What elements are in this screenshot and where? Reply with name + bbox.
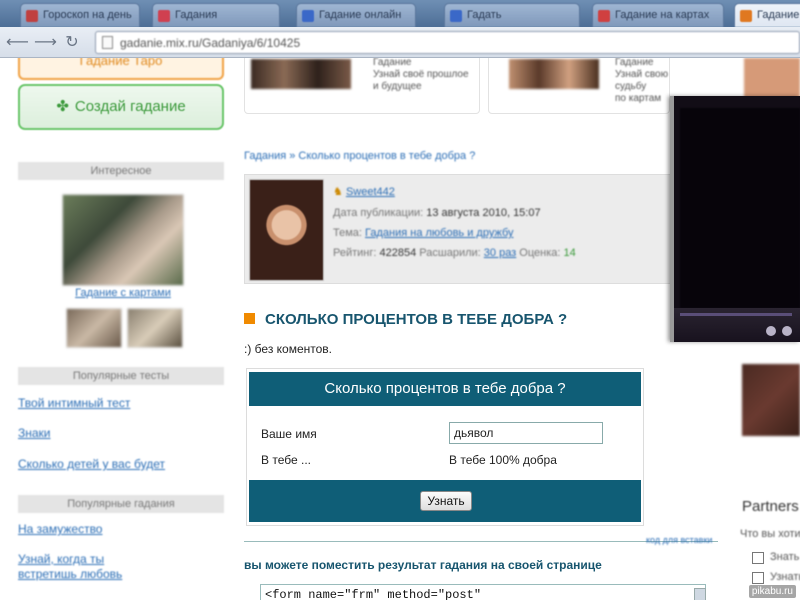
favicon-icon	[302, 10, 314, 22]
browser-tab-active[interactable]: Гадание	[734, 3, 800, 27]
tab-label: Гадание онлайн	[319, 9, 402, 21]
url-text: gadanie.mix.ru/Gadaniya/6/10425	[120, 36, 301, 50]
favicon-icon	[158, 10, 170, 22]
create-gadanie-label: Создай гадание	[74, 98, 186, 115]
option-checkbox[interactable]	[752, 552, 764, 564]
breadcrumb[interactable]: Гадания » Сколько процентов в тебе добра…	[244, 150, 475, 162]
screenshot-root: Гороскоп на день Гадания Гадание онлайн …	[0, 0, 800, 600]
fullscreen-icon[interactable]	[782, 326, 792, 336]
reload-icon[interactable]: ↻	[62, 33, 82, 53]
clover-icon: ✤	[56, 98, 69, 115]
card-text: Гадание Узнай своё прошлое и будущее	[373, 58, 469, 92]
popular-test-link[interactable]: Знаки	[18, 426, 51, 440]
browser-tab[interactable]: Гадать	[444, 3, 580, 27]
tarot-button[interactable]: Гадание Таро	[18, 58, 224, 80]
favicon-icon	[450, 10, 462, 22]
card-text: Гадание Узнай свою судьбу по картам	[615, 58, 669, 104]
right-heading: Partners	[742, 498, 799, 515]
user-icon: ♞	[333, 186, 343, 198]
popular-gadanie-link[interactable]: встретишь любовь	[18, 567, 122, 581]
popular-tests-heading: Популярные тесты	[18, 367, 224, 385]
popular-gadaniya-heading: Популярные гадания	[18, 495, 224, 513]
interesting-thumb[interactable]	[127, 308, 183, 348]
browser-nav-bar: ⟵ ⟶ ↻ gadanie.mix.ru/Gadaniya/6/10425	[0, 27, 800, 58]
popular-gadanie-link[interactable]: На замужество	[18, 522, 102, 536]
author-avatar[interactable]	[249, 179, 324, 281]
video-frame[interactable]	[680, 108, 800, 308]
submit-button[interactable]: Узнать	[420, 491, 472, 511]
watermark: pikabu.ru	[748, 585, 796, 598]
video-progress-bar[interactable]	[680, 313, 792, 316]
tab-label: Гадание на картах	[615, 9, 710, 21]
result-label: В тебе ...	[261, 453, 311, 467]
address-bar[interactable]: gadanie.mix.ru/Gadaniya/6/10425	[95, 31, 800, 54]
create-gadanie-button[interactable]: ✤ Создай гадание	[18, 84, 224, 130]
rating-row: Рейтинг: 422854 Расшарили: 30 раз Оценка…	[333, 247, 576, 259]
orange-square-icon	[244, 313, 255, 324]
option-label: Знать	[770, 551, 800, 563]
popular-test-link[interactable]: Сколько детей у вас будет	[18, 457, 165, 471]
gadanie-title-text: СКОЛЬКО ПРОЦЕНТОВ В ТЕБЕ ДОБРА ?	[265, 311, 568, 328]
option-checkbox[interactable]	[752, 572, 764, 584]
publish-date-row: Дата публикации: 13 августа 2010, 15:07	[333, 207, 541, 219]
popular-test-link[interactable]: Твой интимный тест	[18, 396, 130, 410]
interesting-thumb[interactable]	[66, 308, 122, 348]
web-page: Гадание Таро ✤ Создай гадание Интересное …	[0, 58, 800, 600]
author-name-link[interactable]: Sweet442	[346, 186, 395, 198]
right-ad-image[interactable]	[744, 58, 800, 100]
form-footer: Узнать	[249, 480, 641, 522]
card-image	[509, 59, 599, 89]
name-input[interactable]	[449, 422, 603, 444]
gadanie-form: Сколько процентов в тебе добра ? Ваше им…	[246, 368, 644, 526]
theme-link[interactable]: Гадания на любовь и дружбу	[365, 227, 513, 239]
favicon-icon	[26, 10, 38, 22]
favicon-icon	[740, 10, 752, 22]
result-value: В тебе 100% добра	[449, 453, 557, 467]
video-controls	[674, 308, 800, 342]
browser-tab[interactable]: Гадание онлайн	[296, 3, 416, 27]
back-arrow-icon[interactable]: ⟵	[6, 33, 29, 53]
embed-code-textarea[interactable]: <form name="frm" method="post"	[260, 584, 706, 600]
option-label: Узнать	[770, 571, 800, 583]
gadanie-card[interactable]: Гадание Узнай свою судьбу по картам	[488, 58, 670, 114]
tab-label: Гадать	[467, 9, 502, 21]
textarea-scrollbar[interactable]	[694, 588, 706, 600]
card-image	[251, 59, 351, 89]
gadanie-title: СКОЛЬКО ПРОЦЕНТОВ В ТЕБЕ ДОБРА ?	[244, 311, 567, 328]
score-value: 14	[563, 247, 576, 259]
tab-label: Гороскоп на день	[43, 9, 132, 21]
gadanie-comment: :) без коментов.	[244, 342, 333, 356]
browser-tab[interactable]: Гадание на картах	[592, 3, 724, 27]
name-label: Ваше имя	[261, 427, 317, 441]
author-info-box: ♞ Sweet442 Дата публикации: 13 августа 2…	[244, 174, 684, 284]
interesting-heading: Интересное	[18, 162, 224, 180]
right-ad-image[interactable]	[742, 364, 800, 436]
volume-icon[interactable]	[766, 326, 776, 336]
forward-arrow-icon[interactable]: ⟶	[34, 33, 57, 53]
right-question: Что вы хотите	[740, 528, 800, 540]
embed-title: вы можете поместить результат гадания на…	[244, 558, 602, 572]
video-player[interactable]	[670, 96, 800, 342]
browser-tab[interactable]: Гороскоп на день	[20, 3, 140, 27]
interesting-image[interactable]	[62, 194, 184, 286]
theme-row: Тема: Гадания на любовь и дружбу	[333, 227, 514, 239]
shares-link[interactable]: 30 раз	[484, 247, 516, 259]
interesting-caption-link[interactable]: Гадание с картами	[62, 287, 184, 299]
author-name-row: ♞ Sweet442	[333, 185, 395, 198]
form-title: Сколько процентов в тебе добра ?	[249, 372, 641, 406]
gadanie-card[interactable]: Гадание Узнай своё прошлое и будущее	[244, 58, 480, 114]
tarot-button-label: Гадание Таро	[79, 58, 163, 68]
page-icon	[102, 36, 113, 49]
embed-code-note[interactable]: код для вставки	[646, 535, 712, 545]
browser-tab-bar: Гороскоп на день Гадания Гадание онлайн …	[0, 0, 800, 27]
popular-gadanie-link[interactable]: Узнай, когда ты	[18, 552, 104, 566]
favicon-icon	[598, 10, 610, 22]
tab-label: Гадание	[757, 9, 800, 21]
tab-label: Гадания	[175, 9, 218, 21]
browser-tab[interactable]: Гадания	[152, 3, 280, 27]
